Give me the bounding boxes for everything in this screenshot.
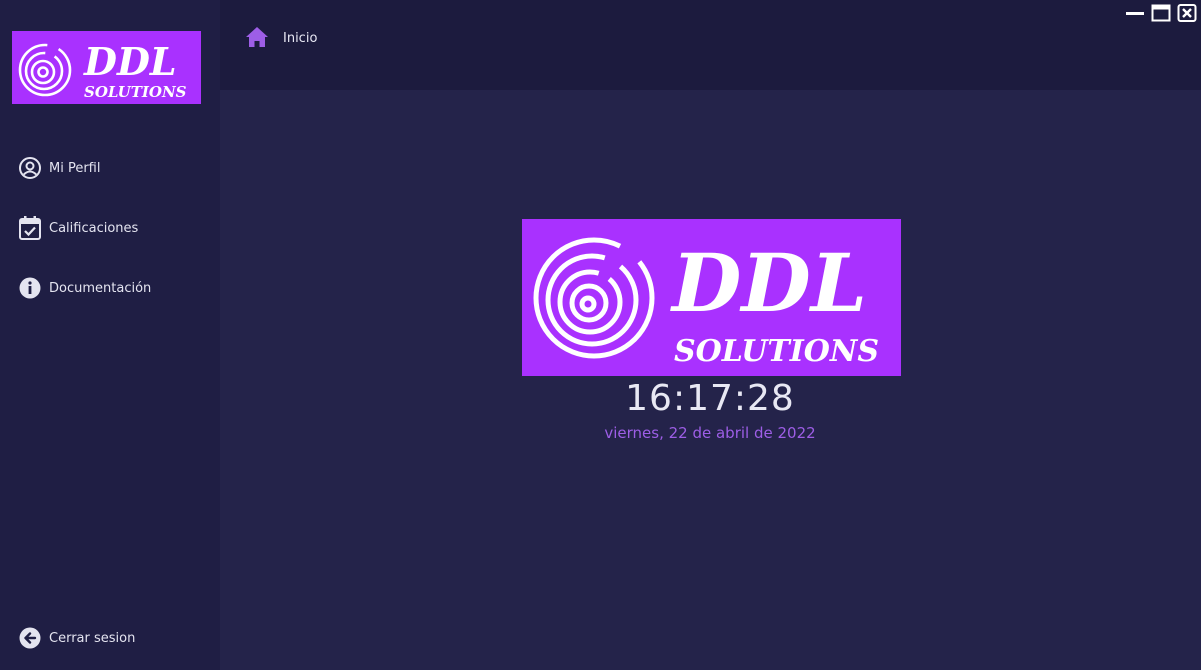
breadcrumb[interactable]: Inicio xyxy=(283,31,317,46)
home-icon[interactable] xyxy=(245,26,269,48)
sidebar-item-label: Calificaciones xyxy=(49,220,139,236)
sidebar-logo: DDL SOLUTIONS xyxy=(12,31,201,104)
sidebar-logo-line1: DDL xyxy=(83,39,177,84)
sidebar-item-label: Documentación xyxy=(49,280,152,296)
minimize-icon[interactable] xyxy=(1125,4,1145,22)
main-logo-line2: SOLUTIONS xyxy=(674,334,879,369)
close-icon[interactable] xyxy=(1177,4,1197,22)
main-logo-line1: DDL xyxy=(670,236,867,330)
top-bar xyxy=(220,0,1201,90)
maximize-icon[interactable] xyxy=(1151,4,1171,22)
sidebar-item-documentacion[interactable]: Documentación xyxy=(18,274,151,302)
logout-button[interactable]: Cerrar sesion xyxy=(18,624,135,652)
sidebar-item-calificaciones[interactable]: Calificaciones xyxy=(18,214,138,242)
info-circle-icon xyxy=(18,276,42,300)
calendar-check-icon xyxy=(18,216,42,240)
user-circle-icon xyxy=(18,156,42,180)
logout-label: Cerrar sesion xyxy=(49,630,136,646)
arrow-left-circle-icon xyxy=(18,626,42,650)
clock: 16:17:28 xyxy=(625,378,795,419)
sidebar-item-label: Mi Perfil xyxy=(49,160,101,176)
sidebar-logo-line2: SOLUTIONS xyxy=(84,83,187,101)
sidebar: DDL SOLUTIONS Mi Perfil Calificaciones D… xyxy=(0,0,220,670)
main-logo: DDL SOLUTIONS xyxy=(522,219,901,376)
date-label: viernes, 22 de abril de 2022 xyxy=(604,424,816,442)
sidebar-item-mi-perfil[interactable]: Mi Perfil xyxy=(18,154,100,182)
